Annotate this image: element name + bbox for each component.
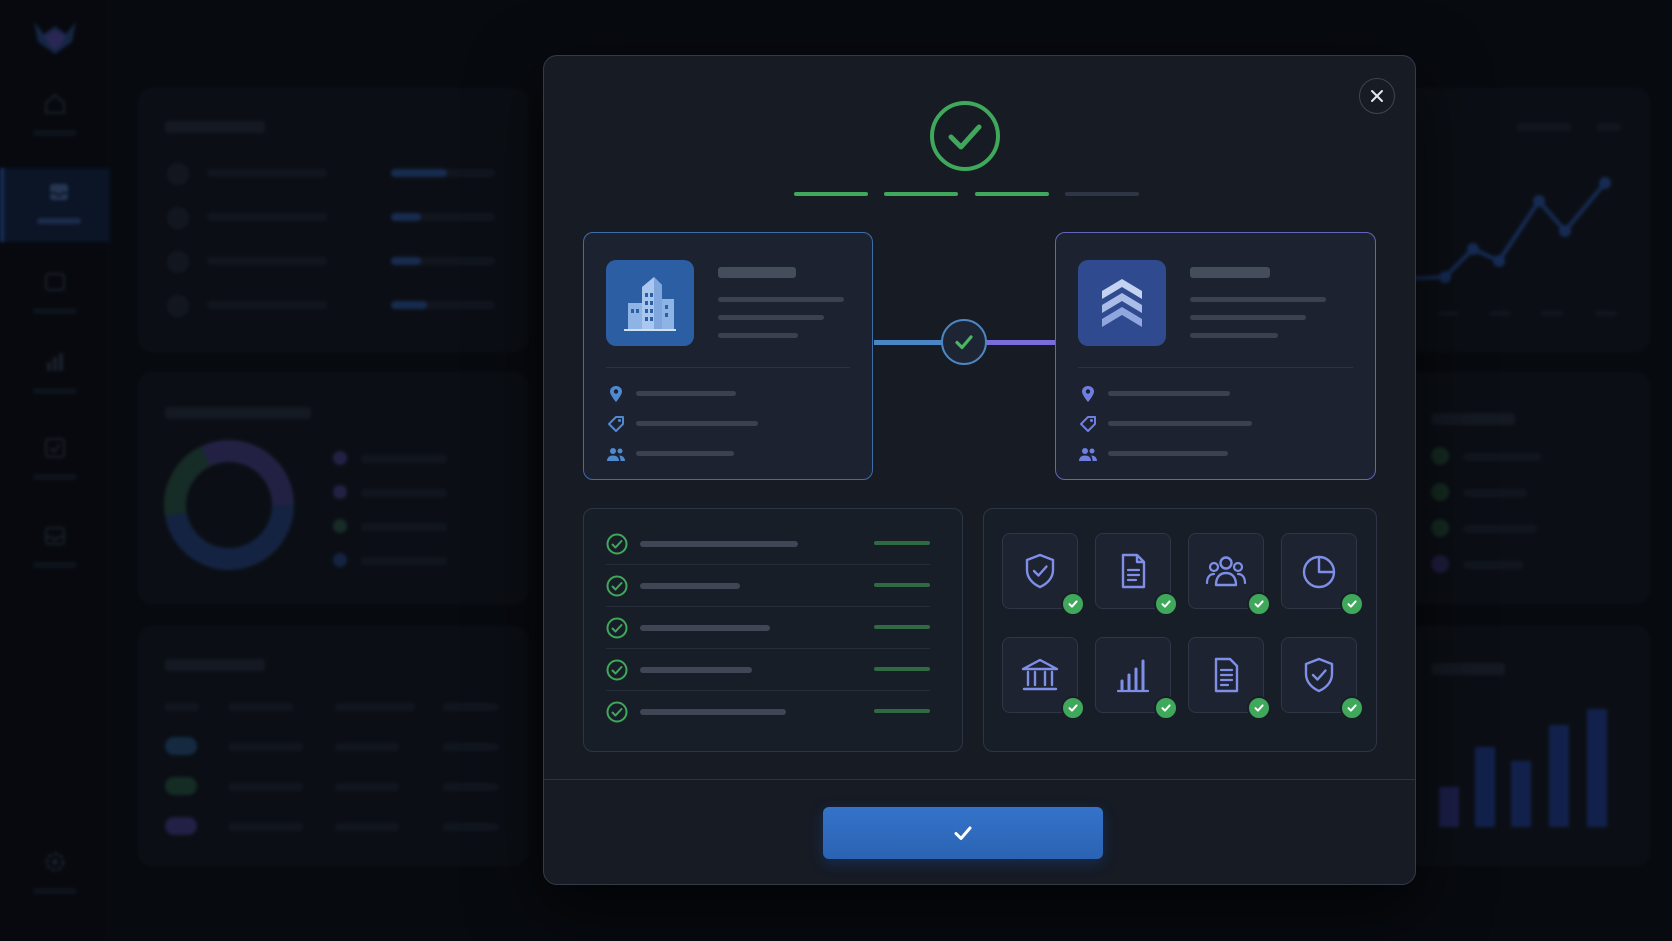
progress-step (794, 192, 868, 196)
feature-tile-records[interactable] (1188, 637, 1271, 720)
feature-tile-reports[interactable] (1281, 533, 1364, 616)
users-icon (607, 448, 625, 461)
verified-badge (1061, 696, 1085, 720)
target-entity-card[interactable] (1055, 232, 1376, 480)
feature-tile-documents[interactable] (1095, 533, 1178, 616)
verified-badge (1154, 592, 1178, 616)
check-circle-icon (606, 617, 628, 639)
link-connector (874, 340, 946, 345)
pie-chart-icon (1302, 555, 1336, 589)
users-group-icon (1205, 556, 1247, 587)
document-icon (1121, 553, 1146, 589)
bar-chart-icon (1116, 659, 1150, 693)
verified-badge (1340, 592, 1364, 616)
progress-step (975, 192, 1049, 196)
feature-tile-team[interactable] (1188, 533, 1271, 616)
check-circle-icon (606, 701, 628, 723)
shield-check-icon (1304, 657, 1334, 693)
close-button[interactable] (1359, 78, 1395, 114)
verified-badge (1340, 696, 1364, 720)
location-pin-icon (1082, 386, 1094, 402)
check-circle-icon (606, 659, 628, 681)
progress-step (1065, 192, 1139, 196)
progress-step (884, 192, 958, 196)
bank-icon (1021, 658, 1059, 691)
verified-badge (1061, 592, 1085, 616)
check-circle-icon (930, 101, 1000, 171)
verified-badge (1247, 696, 1271, 720)
source-entity-card[interactable] (583, 232, 873, 480)
feature-tile-banking[interactable] (1002, 637, 1085, 720)
feature-grid (983, 508, 1377, 752)
link-connector (984, 340, 1056, 345)
feature-tile-security[interactable] (1002, 533, 1085, 616)
verified-badge (1247, 592, 1271, 616)
modal-footer-divider (544, 779, 1415, 780)
link-status (941, 319, 987, 365)
checklist-item (606, 523, 930, 565)
building-icon (606, 260, 694, 346)
verification-checklist (583, 508, 963, 752)
checklist-item (606, 565, 930, 607)
progress-steps (794, 192, 1139, 196)
feature-tile-compliance[interactable] (1281, 637, 1364, 720)
checklist-item (606, 649, 930, 691)
document-list-icon (1214, 657, 1239, 693)
feature-tile-analytics[interactable] (1095, 637, 1178, 720)
verified-badge (1154, 696, 1178, 720)
shield-check-icon (1025, 553, 1055, 589)
confirm-button[interactable] (823, 807, 1103, 859)
check-icon (954, 826, 972, 840)
checklist-item (606, 607, 930, 649)
check-circle-icon (606, 575, 628, 597)
check-icon (955, 335, 973, 350)
tag-icon (608, 416, 624, 432)
checklist-item (606, 691, 930, 733)
close-icon (1371, 90, 1383, 102)
users-icon (1079, 448, 1097, 461)
confirmation-modal (543, 55, 1416, 885)
check-circle-icon (606, 533, 628, 555)
location-pin-icon (610, 386, 622, 402)
layers-icon (1078, 260, 1166, 346)
tag-icon (1080, 416, 1096, 432)
